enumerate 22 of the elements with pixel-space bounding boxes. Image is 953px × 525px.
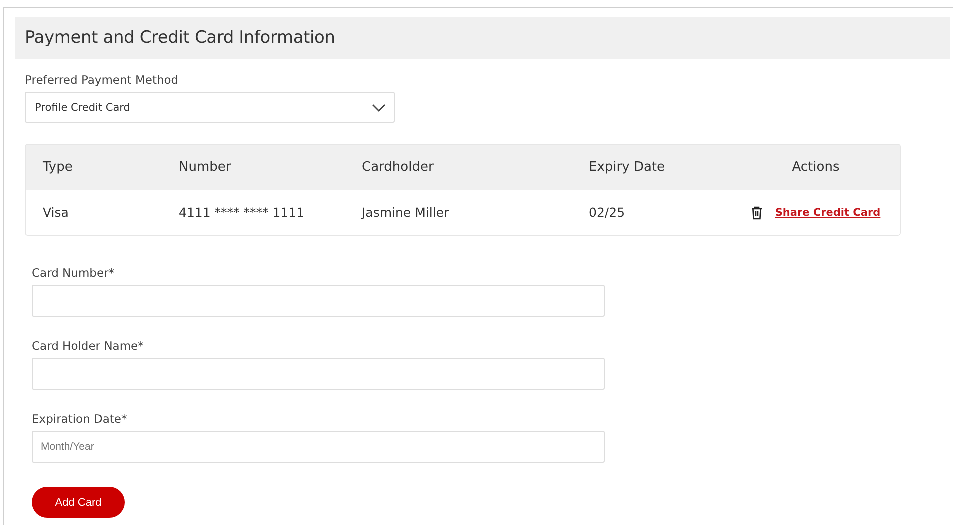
payment-method-dropdown[interactable]: Profile Credit Card: [25, 92, 395, 123]
field-label: Expiration Date*: [32, 412, 128, 426]
share-credit-card-link[interactable]: Share Credit Card: [775, 206, 881, 218]
table-cell-text: Visa: [43, 205, 70, 220]
section-title: Payment and Credit Card Information: [25, 28, 336, 48]
chevron-down-icon: [372, 104, 386, 112]
trash-icon[interactable]: [751, 206, 764, 220]
table-cell-text: 02/25: [589, 205, 626, 220]
input-field[interactable]: [32, 285, 605, 317]
column-header: Number: [179, 160, 232, 175]
field-label: Card Number*: [32, 266, 116, 280]
column-header: Cardholder: [362, 160, 435, 175]
input-field[interactable]: Month/Year: [32, 431, 605, 463]
input-field[interactable]: [32, 358, 605, 390]
field-label: Card Holder Name*: [32, 339, 145, 353]
field-label: Preferred Payment Method: [25, 73, 180, 87]
table-cell-text: Jasmine Miller: [362, 205, 450, 220]
column-header: Actions: [791, 160, 841, 175]
add-card-button[interactable]: Add Card: [32, 487, 125, 518]
column-header: Expiry Date: [589, 160, 666, 175]
column-header: Type: [43, 160, 74, 175]
table-cell-text: 4111 **** **** 1111: [179, 205, 306, 220]
